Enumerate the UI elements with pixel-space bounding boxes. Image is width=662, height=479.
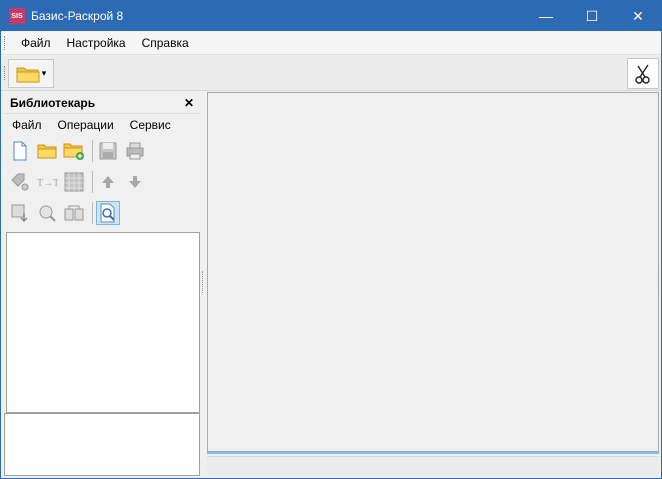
librarian-list[interactable]: [6, 232, 200, 413]
tag-edit-icon: [11, 173, 29, 190]
toolbar-grip[interactable]: [4, 66, 7, 80]
main-menubar: Файл Настройка Справка: [1, 32, 661, 55]
maximize-button[interactable]: ☐: [569, 1, 615, 31]
menu-help[interactable]: Справка: [134, 36, 197, 50]
svg-text:T→T: T→T: [37, 178, 58, 189]
add-folder-button[interactable]: [62, 139, 86, 163]
open-folder-button[interactable]: [35, 139, 59, 163]
new-document-button[interactable]: [8, 139, 32, 163]
folder-open-icon: [37, 144, 57, 158]
librarian-header: Библиотекарь ✕: [4, 93, 200, 113]
rename-button[interactable]: T→T: [35, 170, 59, 194]
librarian-menu-file[interactable]: Файл: [4, 118, 50, 132]
texture-icon: [64, 172, 84, 191]
window-title: Базис-Раскрой 8: [31, 9, 124, 23]
toolbar-separator: [92, 201, 93, 224]
librarian-title: Библиотекарь: [10, 96, 96, 110]
toolbar-separator: [92, 139, 93, 162]
printer-icon: [126, 142, 144, 159]
text-rename-icon: T→T: [37, 178, 58, 189]
preview-button[interactable]: [96, 200, 120, 225]
workspace-accent-line: [207, 452, 659, 454]
search-gear-icon: [39, 205, 56, 222]
close-button[interactable]: ✕: [615, 1, 661, 31]
import-icon: [11, 204, 28, 222]
group-button[interactable]: [62, 201, 86, 225]
librarian-toolbar-row-1: [4, 135, 200, 166]
folder-icon: [16, 67, 40, 82]
title-bar: SIS Базис-Раскрой 8 — ☐ ✕: [1, 1, 661, 31]
edit-properties-button[interactable]: [8, 170, 32, 194]
group-icon: [64, 205, 84, 220]
print-button[interactable]: [123, 139, 147, 163]
cut-button[interactable]: [627, 58, 659, 89]
toolbar-separator: [92, 170, 93, 193]
texture-button[interactable]: [62, 170, 86, 194]
librarian-panel: Библиотекарь ✕ Файл Операции Сервис T→T: [4, 93, 200, 477]
save-button[interactable]: [96, 139, 120, 163]
move-up-button[interactable]: [96, 170, 120, 194]
save-icon: [99, 142, 117, 159]
app-window: SIS Базис-Раскрой 8 — ☐ ✕ Файл Настройка…: [0, 0, 662, 479]
import-button[interactable]: [8, 201, 32, 225]
folder-add-icon: [63, 143, 84, 160]
scissors-icon: [635, 64, 650, 84]
librarian-menu-service[interactable]: Сервис: [122, 118, 179, 132]
menu-file[interactable]: Файл: [13, 36, 59, 50]
librarian-details: [4, 413, 200, 476]
chevron-down-icon[interactable]: ▾: [42, 68, 47, 79]
app-logo-icon: SIS: [9, 8, 25, 24]
librarian-toolbar-row-2: T→T: [4, 166, 200, 197]
minimize-button[interactable]: —: [523, 1, 569, 31]
librarian-menu-operations[interactable]: Операции: [50, 118, 122, 132]
arrow-up-icon: [102, 175, 114, 188]
librarian-toolbar-row-3: [4, 197, 200, 228]
main-toolbar: ▾: [1, 56, 661, 91]
arrow-down-icon: [129, 175, 141, 188]
new-document-icon: [13, 141, 27, 160]
right-splitter[interactable]: [658, 271, 661, 293]
menu-settings[interactable]: Настройка: [59, 36, 134, 50]
workspace-area[interactable]: [207, 92, 659, 452]
search-document-icon: [100, 203, 115, 222]
open-file-button[interactable]: ▾: [8, 59, 54, 88]
status-bar: [207, 456, 659, 476]
search-button[interactable]: [35, 201, 59, 225]
panel-splitter[interactable]: [202, 271, 205, 293]
librarian-close-icon[interactable]: ✕: [184, 96, 194, 110]
menubar-grip[interactable]: [4, 36, 7, 50]
move-down-button[interactable]: [123, 170, 147, 194]
librarian-menubar: Файл Операции Сервис: [4, 113, 200, 135]
